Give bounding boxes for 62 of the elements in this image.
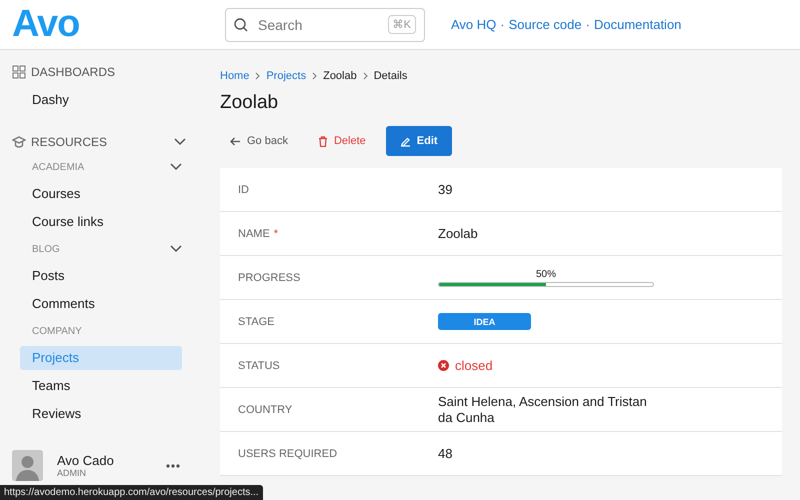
pencil-icon — [400, 136, 411, 146]
header-link[interactable]: Avo HQ — [451, 17, 496, 32]
section-heading: DASHBOARDS — [31, 65, 116, 79]
sidebar-item[interactable]: Teams — [20, 374, 182, 398]
breadcrumb-link[interactable]: Projects — [266, 70, 306, 82]
status-text: closed — [455, 358, 493, 373]
chevron-down-icon[interactable] — [174, 138, 186, 146]
back-button[interactable]: Go back — [220, 126, 298, 156]
progress-percent: 50% — [536, 268, 556, 280]
field-label: STAGE — [238, 316, 274, 328]
chevron-right-icon — [362, 72, 368, 80]
x-circle-icon — [438, 360, 449, 371]
required-mark: * — [274, 228, 278, 240]
breadcrumb-item: Zoolab — [323, 70, 357, 82]
page-title: Zoolab — [220, 92, 280, 114]
header-link[interactable]: Source code — [508, 17, 582, 32]
grid-icon — [12, 65, 26, 79]
section-heading: RESOURCES — [31, 135, 108, 149]
shortcut-hint: ⌘K — [388, 15, 416, 34]
stage-badge: IDEA — [438, 313, 531, 330]
link-separator: · — [586, 17, 590, 32]
user-name: Avo Cado — [57, 453, 114, 468]
breadcrumb-item: Details — [374, 70, 408, 82]
field-value: 39 — [438, 182, 454, 198]
field-label: PROGRESS — [238, 272, 300, 284]
edit-button[interactable]: Edit — [386, 126, 452, 156]
group-heading: ACADEMIA — [32, 162, 86, 172]
search-field[interactable]: Search ⌘K — [225, 8, 425, 42]
field-label: USERS REQUIRED — [238, 448, 338, 460]
trash-icon — [318, 136, 328, 146]
sidebar-item[interactable]: Course links — [20, 210, 182, 234]
chevron-down-icon[interactable] — [170, 163, 182, 171]
group-heading: COMPANY — [32, 326, 83, 336]
sidebar-item[interactable]: Dashy — [20, 88, 182, 112]
avatar-silhouette — [12, 450, 43, 481]
arrow-left-icon — [230, 136, 241, 146]
chevron-right-icon — [312, 72, 318, 80]
breadcrumb-link[interactable]: Home — [220, 70, 250, 82]
field-value: 48 — [438, 446, 454, 462]
chevron-right-icon — [255, 72, 260, 80]
field-value: Saint Helena, Ascension and Tristan da Cunha — [438, 394, 648, 426]
field-label: STATUS — [238, 360, 280, 372]
more-icon[interactable] — [166, 464, 180, 468]
sidebar-item[interactable]: Comments — [20, 292, 182, 316]
sidebar-item[interactable]: Projects — [20, 346, 182, 370]
graduation-cap-icon — [12, 136, 26, 148]
user-role: ADMIN — [57, 468, 87, 478]
delete-button[interactable]: Delete — [308, 126, 376, 156]
link-separator: · — [500, 17, 505, 32]
field-value: Zoolab — [438, 226, 479, 242]
sidebar-item[interactable]: Posts — [20, 264, 182, 288]
group-heading: BLOG — [32, 244, 61, 254]
sidebar-item[interactable]: Courses — [20, 182, 182, 206]
field-label: COUNTRY — [238, 404, 292, 416]
link-preview-url: https://avodemo.herokuapp.com/avo/resources/projects... — [0, 485, 263, 500]
search-icon — [234, 18, 248, 32]
chevron-down-icon[interactable] — [170, 245, 182, 253]
logo[interactable]: Avo — [0, 3, 225, 46]
header-link[interactable]: Documentation — [594, 17, 682, 32]
field-label: NAME — [238, 228, 270, 240]
field-label: ID — [238, 184, 249, 196]
sidebar-item[interactable]: Reviews — [20, 402, 182, 426]
